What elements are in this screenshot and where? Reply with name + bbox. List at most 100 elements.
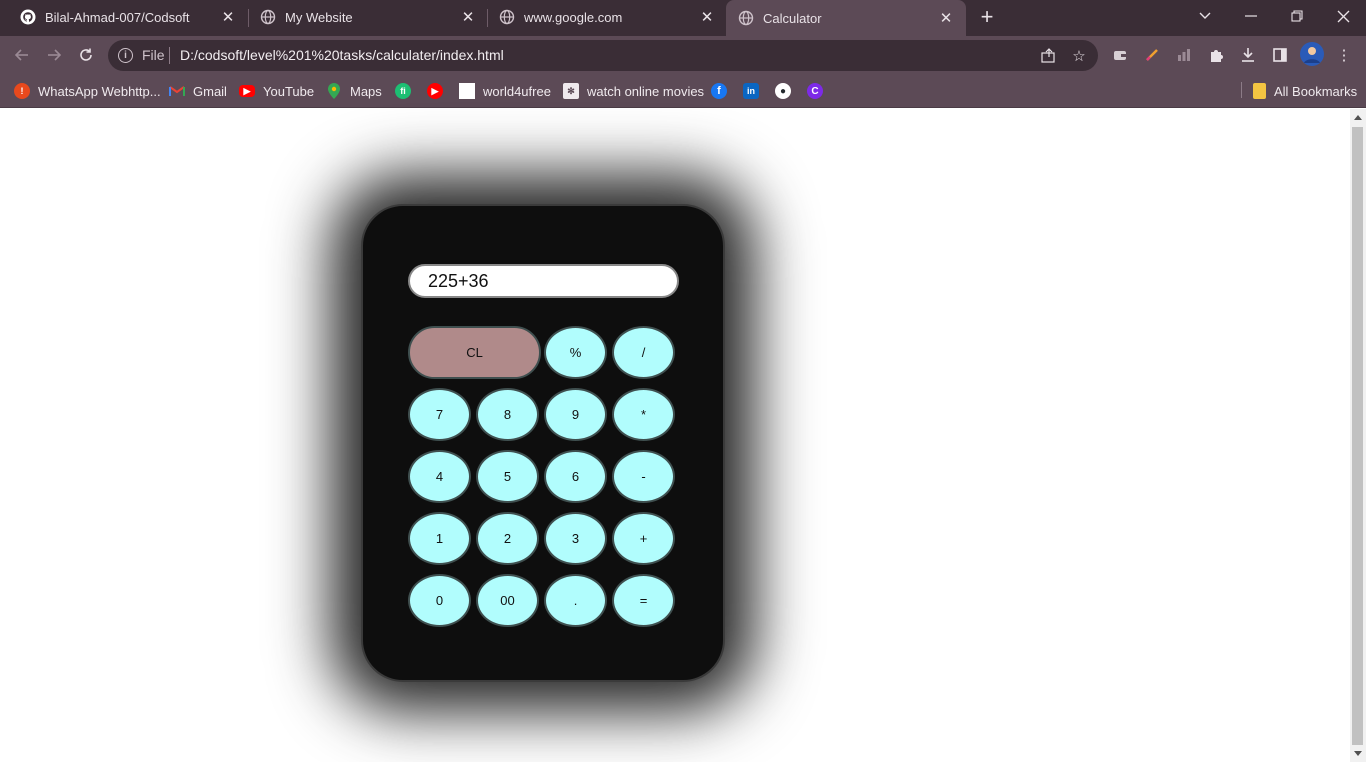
vertical-scrollbar[interactable] (1350, 109, 1366, 762)
close-tab-icon[interactable]: ✕ (938, 10, 954, 27)
profile-avatar-icon[interactable] (1300, 42, 1324, 66)
address-bar[interactable]: i File D:/codsoft/level%201%20tasks/calc… (108, 40, 1098, 71)
close-tab-icon[interactable]: ✕ (460, 9, 476, 26)
signal-extension-icon[interactable] (1173, 44, 1195, 66)
forward-button[interactable] (42, 43, 66, 67)
bookmark-label: Gmail (193, 83, 227, 99)
scroll-up-arrow-icon[interactable] (1354, 115, 1362, 120)
tab-search-icon[interactable] (1182, 0, 1228, 32)
share-icon[interactable] (1038, 46, 1058, 66)
canva-icon: C (807, 83, 823, 99)
linkedin-icon: in (743, 83, 759, 99)
digit-6-button[interactable]: 6 (544, 450, 607, 503)
tab-title: www.google.com (524, 9, 623, 25)
calculator: 225+36 CL % / 7 8 9 * 4 5 6 - 1 2 3 + 0 … (361, 204, 725, 682)
bookmark-label: world4ufree (483, 83, 551, 99)
bookmark-maps[interactable]: Maps (326, 81, 382, 101)
digit-3-button[interactable]: 3 (544, 512, 607, 565)
bookmark-linkedin[interactable]: in (743, 81, 759, 101)
digit-7-button[interactable]: 7 (408, 388, 471, 441)
bookmark-youtube[interactable]: ▶ YouTube (239, 81, 314, 101)
github-icon (20, 9, 36, 25)
menu-kebab-icon[interactable]: ⋮ (1333, 44, 1355, 66)
percent-button[interactable]: % (544, 326, 607, 379)
close-window-button[interactable] (1320, 0, 1366, 32)
maps-icon (326, 83, 342, 99)
digit-0-button[interactable]: 0 (408, 574, 471, 627)
reload-button[interactable] (74, 43, 98, 67)
tab-title: Calculator (763, 10, 822, 26)
bookmark-label: YouTube (263, 83, 315, 99)
all-bookmarks-label: All Bookmarks (1274, 83, 1358, 99)
bookmark-label: Maps (350, 83, 382, 99)
calculator-display[interactable]: 225+36 (408, 264, 679, 298)
decimal-point-button[interactable]: . (544, 574, 607, 627)
facebook-icon: f (711, 83, 727, 99)
plus-button[interactable]: + (612, 512, 675, 565)
tab-calculator[interactable]: Calculator ✕ (726, 0, 966, 36)
folder-icon (1253, 83, 1266, 99)
gmail-icon (169, 83, 185, 99)
restore-button[interactable] (1274, 0, 1320, 32)
bookmark-facebook[interactable]: f (711, 81, 727, 101)
download-icon[interactable] (1237, 44, 1259, 66)
page-viewport: 225+36 CL % / 7 8 9 * 4 5 6 - 1 2 3 + 0 … (0, 109, 1350, 762)
tab-strip: Bilal-Ahmad-007/Codsoft ✕ My Website ✕ w… (0, 0, 1366, 36)
minimize-button[interactable] (1228, 0, 1274, 32)
digit-4-button[interactable]: 4 (408, 450, 471, 503)
youtube-icon: ▶ (239, 85, 255, 97)
globe-icon (260, 9, 276, 25)
bookmark-canva[interactable]: C (807, 81, 823, 101)
bookmark-fiverr[interactable]: fi (395, 81, 411, 101)
bookmark-watch-online-movies[interactable]: ✻ watch online movies (563, 81, 704, 101)
tab-github-codsoft[interactable]: Bilal-Ahmad-007/Codsoft ✕ (0, 0, 248, 34)
extensions-puzzle-icon[interactable] (1205, 44, 1227, 66)
clear-button[interactable]: CL (408, 326, 541, 379)
fiverr-icon: fi (395, 83, 411, 99)
digit-5-button[interactable]: 5 (476, 450, 539, 503)
browser-toolbar: i File D:/codsoft/level%201%20tasks/calc… (0, 36, 1366, 74)
equals-button[interactable]: = (612, 574, 675, 627)
movies-icon: ✻ (563, 83, 579, 99)
all-bookmarks-button[interactable]: All Bookmarks (1253, 81, 1357, 101)
digit-8-button[interactable]: 8 (476, 388, 539, 441)
new-tab-button[interactable]: + (975, 4, 999, 29)
bookmark-star-icon[interactable]: ☆ (1069, 46, 1089, 66)
scheme-label: File (142, 47, 165, 63)
tab-google[interactable]: www.google.com ✕ (479, 0, 727, 34)
side-panel-icon[interactable] (1269, 44, 1291, 66)
bookmarks-bar: ! WhatsApp Webhttp... Gmail ▶ YouTube Ma… (0, 74, 1366, 108)
bookmark-youtube-2[interactable]: ▶ (427, 81, 443, 101)
digit-9-button[interactable]: 9 (544, 388, 607, 441)
minus-button[interactable]: - (612, 450, 675, 503)
scroll-down-arrow-icon[interactable] (1354, 751, 1362, 756)
info-icon[interactable]: i (118, 48, 133, 63)
scrollbar-thumb[interactable] (1352, 127, 1363, 745)
back-button[interactable] (10, 43, 34, 67)
digit-2-button[interactable]: 2 (476, 512, 539, 565)
whatsapp-icon: ! (14, 83, 30, 99)
divide-button[interactable]: / (612, 326, 675, 379)
multiply-button[interactable]: * (612, 388, 675, 441)
close-tab-icon[interactable]: ✕ (220, 9, 236, 26)
page-icon (459, 83, 475, 99)
github-icon: ● (775, 83, 791, 99)
globe-icon (738, 10, 754, 26)
close-tab-icon[interactable]: ✕ (699, 9, 715, 26)
tab-title: Bilal-Ahmad-007/Codsoft (45, 9, 190, 25)
bookmark-label: watch online movies (587, 83, 705, 99)
youtube-icon: ▶ (427, 83, 443, 99)
tab-title: My Website (285, 9, 353, 25)
bookmark-world4ufree[interactable]: world4ufree (459, 81, 551, 101)
double-zero-button[interactable]: 00 (476, 574, 539, 627)
wallet-extension-icon[interactable] (1109, 44, 1131, 66)
bookmark-gmail[interactable]: Gmail (169, 81, 227, 101)
bookmark-whatsapp[interactable]: ! WhatsApp Webhttp... (14, 81, 161, 101)
bookmark-github[interactable]: ● (775, 81, 791, 101)
digit-1-button[interactable]: 1 (408, 512, 471, 565)
url-text[interactable]: D:/codsoft/level%201%20tasks/calculater/… (180, 47, 504, 63)
globe-icon (499, 9, 515, 25)
pen-extension-icon[interactable] (1141, 44, 1163, 66)
bookmark-label: WhatsApp Webhttp... (38, 83, 161, 99)
tab-my-website[interactable]: My Website ✕ (240, 0, 488, 34)
